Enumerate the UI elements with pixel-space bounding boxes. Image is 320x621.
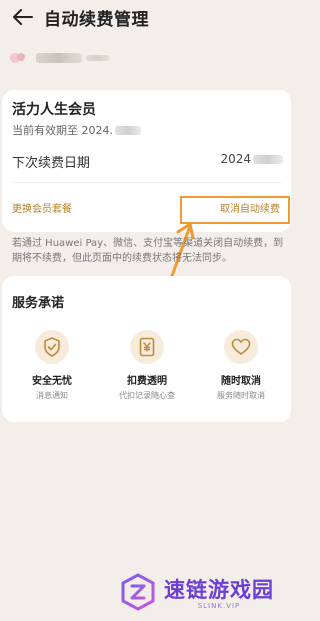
heart-icon [224,330,258,364]
next-renewal-date: 2024 [220,152,283,166]
page-title: 自动续费管理 [44,9,149,30]
change-plan-link[interactable]: 更换会员套餐 [12,200,72,215]
service-name: 安全无忧 [32,376,72,387]
avatar [8,48,28,68]
service-desc: 消息通知 [36,391,68,400]
shield-check-icon [35,330,69,364]
service-card: 服务承诺 安全无忧 消息通知 扣费透明 代扣记录随心查 随时取消 服务随时取消 [2,276,291,422]
yuan-receipt-icon [130,330,164,364]
account-name-blurred [36,53,82,63]
account-row [8,46,110,70]
next-renewal-date-blurred [253,154,283,164]
next-renewal-year: 2024 [220,152,251,166]
validity-label: 当前有效期至 2024. [12,124,113,137]
sync-notice: 若通过 Huawei Pay、微信、支付宝等渠道关闭自动续费，到期将不续费，但此… [12,238,284,264]
back-arrow-icon [13,9,33,25]
validity-date-blurred [115,125,141,135]
account-subtext-blurred [86,55,110,61]
plan-name: 活力人生会员 [12,102,96,118]
service-item-transparent-billing: 扣费透明 代扣记录随心查 [107,330,187,401]
watermark-text: 速链游戏园 [164,578,274,602]
service-item-security: 安全无忧 消息通知 [12,330,92,401]
service-desc: 代扣记录随心查 [119,391,175,400]
validity-text: 当前有效期至 2024. [12,122,141,138]
next-renewal-label: 下次续费日期 [12,156,91,171]
service-desc: 服务随时取消 [217,391,265,400]
service-item-cancel-anytime: 随时取消 服务随时取消 [201,330,281,401]
back-button[interactable] [8,2,38,32]
watermark-logo [121,573,155,611]
service-title: 服务承诺 [12,296,65,311]
service-name: 扣费透明 [127,376,167,387]
divider [12,182,281,183]
watermark: 速链游戏园 SLINK.VIP [118,572,274,612]
service-name: 随时取消 [221,376,261,387]
top-bar: 自动续费管理 [0,0,300,34]
